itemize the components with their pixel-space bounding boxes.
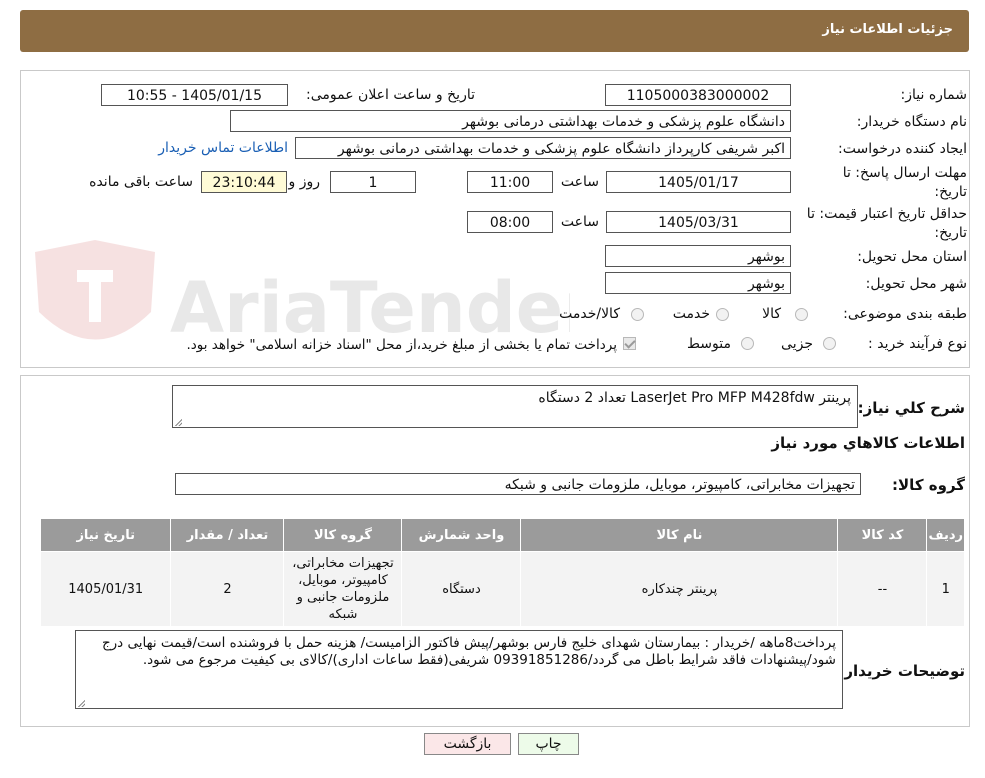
process-option-minor: جزیی xyxy=(781,336,813,352)
send-deadline-label-2: تاریخ: xyxy=(934,184,967,200)
send-time-label: ساعت xyxy=(560,174,599,190)
category-radio-service[interactable] xyxy=(716,308,729,321)
cell-row: 1 xyxy=(926,551,965,627)
col-name: نام کالا xyxy=(520,518,839,552)
validity-date-field: 1405/03/31 xyxy=(606,211,791,233)
send-date-field: 1405/01/17 xyxy=(606,171,791,193)
page-title: جزئیات اطلاعات نیاز xyxy=(822,22,953,37)
creator-field: اکبر شریفی کارپرداز دانشگاه علوم پزشکی و… xyxy=(295,137,791,159)
province-label: استان محل تحویل: xyxy=(857,249,967,265)
buyer-org-field: دانشگاه علوم پزشکی و خدمات بهداشتی درمان… xyxy=(230,110,791,132)
category-option-service: خدمت xyxy=(672,306,710,322)
category-radio-goods-service[interactable] xyxy=(631,308,644,321)
category-label: طبقه بندی موضوعی: xyxy=(843,306,967,322)
process-radio-medium[interactable] xyxy=(741,337,754,350)
buyer-notes-label: توضیحات خریدار: xyxy=(838,662,965,680)
table-header-row: ردیف کد کالا نام کالا واحد شمارش گروه کا… xyxy=(39,518,965,552)
col-code: کد کالا xyxy=(837,518,928,552)
remaining-label: ساعت باقی مانده xyxy=(89,174,193,190)
remaining-time-field: 23:10:44 xyxy=(201,171,287,193)
category-radio-goods[interactable] xyxy=(795,308,808,321)
col-quantity: تعداد / مقدار xyxy=(170,518,285,552)
creator-label: ایجاد کننده درخواست: xyxy=(838,141,967,157)
validity-label: حداقل تاریخ اعتبار قیمت: تا xyxy=(806,206,967,222)
process-label: نوع فرآیند خرید : xyxy=(868,336,967,352)
print-button[interactable]: چاپ xyxy=(518,733,579,755)
announce-datetime-field: 1405/01/15 - 10:55 xyxy=(101,84,288,106)
process-radio-minor[interactable] xyxy=(823,337,836,350)
days-field: 1 xyxy=(330,171,416,193)
buyer-contact-link[interactable]: اطلاعات تماس خریدار xyxy=(158,140,288,156)
buyer-org-label: نام دستگاه خریدار: xyxy=(856,114,967,130)
category-option-goods: کالا xyxy=(762,306,781,322)
validity-time-field: 08:00 xyxy=(467,211,553,233)
description-text: پرینتر LaserJet Pro MFP M428fdw تعداد 2 … xyxy=(538,390,851,406)
col-unit: واحد شمارش xyxy=(401,518,522,552)
cell-code: -- xyxy=(837,551,928,627)
send-time-field: 11:00 xyxy=(467,171,553,193)
send-deadline-label: مهلت ارسال پاسخ: تا xyxy=(842,165,967,181)
buyer-notes-text: پرداخت8ماهه /خریدار : بیمارستان شهدای خل… xyxy=(101,635,836,668)
city-label: شهر محل تحویل: xyxy=(865,276,967,292)
items-section-title: اطلاعات کالاهاي مورد نياز xyxy=(771,434,965,452)
buyer-notes-field: پرداخت8ماهه /خریدار : بیمارستان شهدای خل… xyxy=(75,630,843,709)
resize-grip-icon[interactable] xyxy=(175,419,182,426)
description-label: شرح کلي نياز: xyxy=(857,399,965,417)
days-label: روز و xyxy=(288,174,321,190)
col-row: ردیف xyxy=(926,518,965,552)
announce-label: تاریخ و ساعت اعلان عمومی: xyxy=(306,87,475,103)
cell-group: تجهیزات مخابراتی، کامپیوتر، موبایل، ملزو… xyxy=(283,551,403,627)
process-option-medium: متوسط xyxy=(687,336,731,352)
col-need-date: تاریخ نیاز xyxy=(39,518,172,552)
col-group: گروه کالا xyxy=(283,518,403,552)
table-row: 1 -- پرینتر چندکاره دستگاه تجهیزات مخابر… xyxy=(39,551,965,627)
cell-need-date: 1405/01/31 xyxy=(39,551,172,627)
need-number-label: شماره نیاز: xyxy=(900,87,968,103)
cell-unit: دستگاه xyxy=(401,551,522,627)
need-number-field: 1105000383000002 xyxy=(605,84,791,106)
goods-group-label: گروه کالا: xyxy=(892,476,965,494)
description-field: پرینتر LaserJet Pro MFP M428fdw تعداد 2 … xyxy=(172,385,858,428)
page-header: جزئیات اطلاعات نیاز xyxy=(20,10,969,52)
items-table: ردیف کد کالا نام کالا واحد شمارش گروه کا… xyxy=(39,518,965,627)
payment-note: پرداخت تمام یا بخشی از مبلغ خرید،از محل … xyxy=(186,337,617,353)
cell-name: پرینتر چندکاره xyxy=(520,551,839,627)
goods-group-field: تجهیزات مخابراتی، کامپیوتر، موبایل، ملزو… xyxy=(175,473,861,495)
resize-grip-icon[interactable] xyxy=(78,700,85,707)
city-field: بوشهر xyxy=(605,272,791,294)
province-field: بوشهر xyxy=(605,245,791,267)
validity-time-label: ساعت xyxy=(560,214,599,230)
treasury-checkbox[interactable] xyxy=(623,337,636,350)
category-option-goods-service: کالا/خدمت xyxy=(559,306,620,322)
validity-label-2: تاریخ: xyxy=(934,225,967,241)
cell-quantity: 2 xyxy=(170,551,285,627)
back-button[interactable]: بازگشت xyxy=(424,733,511,755)
